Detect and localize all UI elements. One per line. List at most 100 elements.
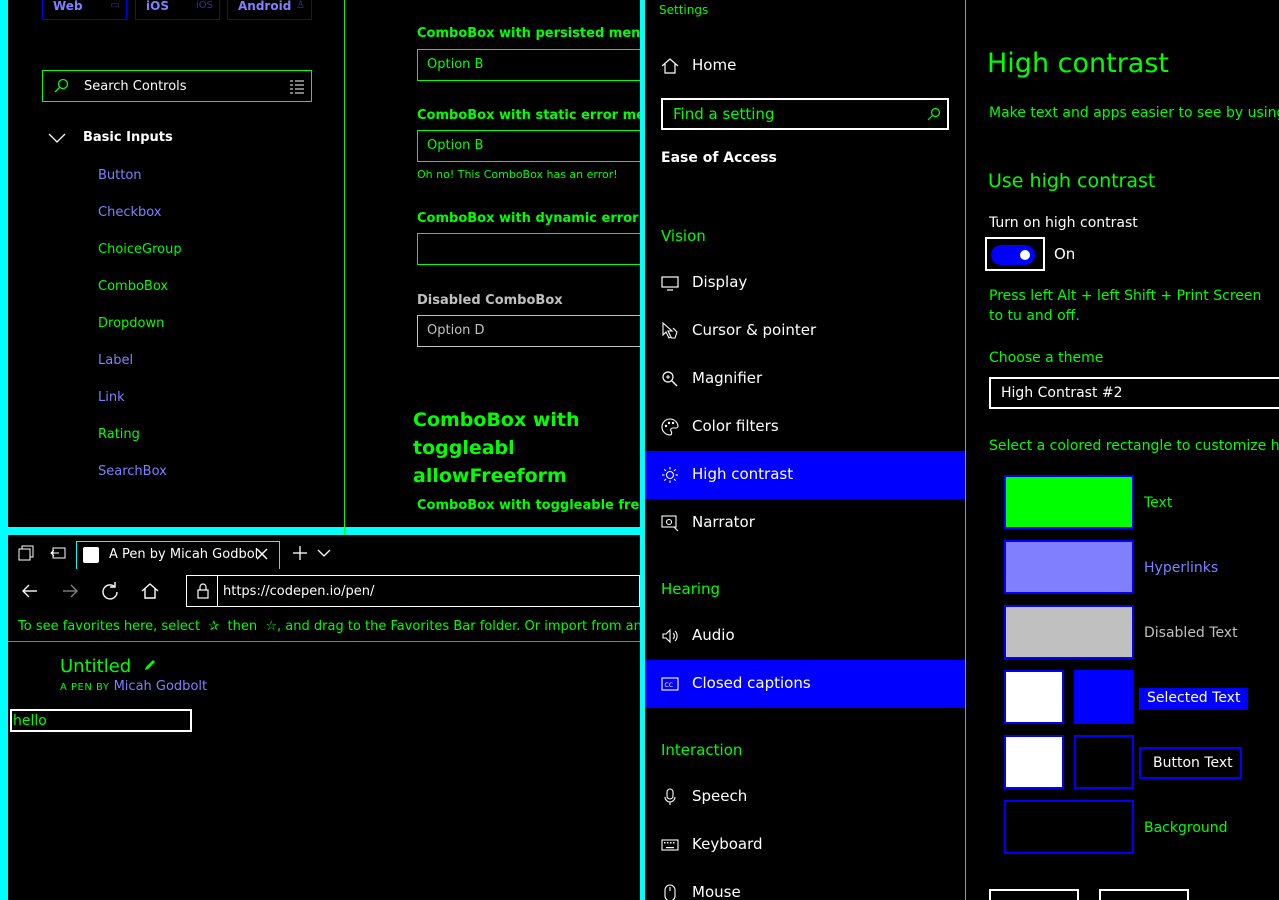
settings-nav-color-filters[interactable]: Color filters — [645, 403, 965, 451]
nav-link-label[interactable]: Label — [98, 353, 133, 368]
apply-button[interactable] — [989, 889, 1079, 900]
combobox-toggleable-heading: ComboBox with toggleabl allowFreeform — [413, 409, 580, 487]
platform-web-label: Web — [53, 0, 83, 13]
swatch-disabled-text[interactable] — [1004, 605, 1134, 659]
nav-link-link[interactable]: Link — [98, 390, 125, 405]
nav-link-dropdown[interactable]: Dropdown — [98, 316, 164, 331]
close-tab-icon[interactable] — [253, 544, 271, 564]
customize-hint: Select a colored rectangle to customize … — [989, 438, 1279, 454]
favorites-star-icon: ☆ — [261, 619, 278, 634]
speaker-icon — [662, 628, 678, 644]
settings-nav-audio[interactable]: Audio — [645, 612, 965, 660]
swatch-hyperlinks[interactable] — [1004, 540, 1134, 594]
settings-nav-speech[interactable]: Speech — [645, 773, 965, 821]
combobox-static-error-value: Option B — [427, 138, 484, 153]
nav-link-combobox[interactable]: ComboBox — [98, 279, 168, 294]
settings-nav-cursor-label: Cursor & pointer — [692, 321, 817, 339]
combobox-error-message: Oh no! This ComboBox has an error! — [417, 168, 618, 181]
nav-link-searchbox[interactable]: SearchBox — [98, 464, 167, 479]
pen-title-text[interactable]: Untitled — [60, 656, 131, 677]
basic-inputs-label: Basic Inputs — [83, 130, 173, 145]
settings-nav-narrator-label: Narrator — [692, 513, 755, 531]
settings-nav-mouse[interactable]: Mouse — [645, 869, 965, 900]
display-icon — [661, 276, 679, 291]
page-title: High contrast — [987, 48, 1169, 79]
combobox-dynamic-error[interactable] — [417, 233, 657, 265]
swatch-selected-text-fg[interactable] — [1004, 670, 1064, 724]
settings-nav-magnifier[interactable]: Magnifier — [645, 355, 965, 403]
high-contrast-toggle-focus[interactable] — [985, 237, 1045, 271]
shortcut-hint: Press left Alt + left Shift + Print Scre… — [989, 288, 1262, 324]
list-view-icon[interactable] — [289, 78, 305, 94]
search-controls-input[interactable]: Search Controls — [42, 70, 312, 102]
forward-arrow-icon[interactable] — [60, 581, 80, 601]
platform-web-button[interactable]: Web ▭ — [42, 0, 127, 20]
favorites-bar-message: To see favorites here, select ✰ then ☆, … — [18, 619, 677, 634]
search-icon — [927, 107, 941, 121]
home-icon[interactable] — [140, 581, 160, 601]
combobox-disabled-title: Disabled ComboBox — [417, 293, 563, 308]
combobox-static-error[interactable]: Option B — [417, 130, 657, 162]
swatch-background[interactable] — [1004, 800, 1134, 854]
mouse-icon — [664, 884, 676, 900]
swatch-selected-text-bg[interactable] — [1074, 670, 1134, 724]
high-contrast-toggle[interactable] — [991, 245, 1035, 265]
closed-captions-icon: CC — [661, 677, 679, 691]
swatch-button-text-fg[interactable] — [1004, 735, 1064, 789]
favorites-text-3: , and drag to the Favorites Bar folder. … — [277, 619, 677, 634]
combobox-persisted[interactable]: Option B — [417, 49, 657, 81]
set-aside-tabs-icon[interactable] — [50, 545, 66, 561]
new-tab-icon[interactable] — [292, 545, 308, 561]
nav-link-choicegroup[interactable]: ChoiceGroup — [98, 242, 182, 257]
settings-nav-keyboard[interactable]: Keyboard — [645, 821, 965, 869]
section-subtitle: Use high contrast — [988, 170, 1156, 192]
address-url: https://codepen.io/pen/ — [223, 584, 375, 599]
toggle-state: On — [1054, 245, 1076, 263]
keyboard-icon — [661, 839, 679, 851]
address-bar[interactable]: https://codepen.io/pen/ — [186, 575, 640, 607]
settings-nav-cursor[interactable]: Cursor & pointer — [645, 307, 965, 355]
back-arrow-icon[interactable] — [20, 581, 40, 601]
platform-ios-button[interactable]: iOS iOS — [135, 0, 220, 20]
settings-nav-closed-captions[interactable]: CC Closed captions — [645, 660, 965, 708]
refresh-icon[interactable] — [100, 581, 120, 601]
pencil-icon[interactable] — [143, 658, 157, 672]
swatch-selected-text-label: Selected Text — [1139, 688, 1249, 710]
pen-author-link[interactable]: Micah Godbolt — [114, 679, 208, 694]
tab-bar: A Pen by Micah Godbol — [8, 535, 640, 573]
settings-nav-home-label: Home — [692, 56, 737, 74]
theme-dropdown[interactable]: High Contrast #2 — [989, 377, 1279, 409]
settings-nav-high-contrast[interactable]: High contrast — [645, 451, 965, 499]
settings-nav-audio-label: Audio — [692, 626, 735, 644]
tab-codepen[interactable]: A Pen by Micah Godbol — [76, 541, 280, 569]
tab-actions-icon[interactable] — [18, 545, 34, 561]
settings-window-title: Settings — [659, 3, 709, 17]
toggle-knob — [1020, 250, 1030, 260]
swatch-text[interactable] — [1004, 475, 1134, 529]
swatch-button-text-bg[interactable] — [1074, 735, 1134, 789]
cancel-button[interactable] — [1099, 889, 1189, 900]
tab-preview-chevron-icon[interactable] — [316, 545, 332, 561]
nav-link-rating[interactable]: Rating — [98, 427, 140, 442]
settings-nav-display[interactable]: Display — [645, 259, 965, 307]
settings-nav-keyboard-label: Keyboard — [692, 835, 763, 853]
settings-nav-mouse-label: Mouse — [692, 883, 741, 900]
find-setting-input[interactable]: Find a setting — [661, 98, 949, 130]
platform-android-button[interactable]: Android ♙ — [227, 0, 312, 20]
combobox-disabled: Option D — [417, 315, 657, 347]
nav-link-button[interactable]: Button — [98, 168, 142, 183]
nav-link-checkbox[interactable]: Checkbox — [98, 205, 162, 220]
settings-nav-magnifier-label: Magnifier — [692, 369, 763, 387]
combobox-persisted-value: Option B — [427, 57, 484, 72]
hello-text-input[interactable] — [10, 709, 192, 732]
swatch-hyperlinks-label: Hyperlinks — [1144, 560, 1219, 576]
narrator-icon — [661, 515, 679, 532]
settings-nav-display-label: Display — [692, 273, 748, 291]
settings-nav-color-filters-label: Color filters — [692, 417, 779, 435]
settings-nav-high-contrast-label: High contrast — [692, 465, 794, 483]
settings-nav-home[interactable]: Home — [645, 42, 965, 90]
swatch-text-label: Text — [1144, 495, 1173, 511]
settings-nav-narrator[interactable]: Narrator — [645, 499, 965, 547]
search-controls-placeholder: Search Controls — [84, 79, 187, 94]
favorites-bar-divider — [8, 641, 640, 642]
